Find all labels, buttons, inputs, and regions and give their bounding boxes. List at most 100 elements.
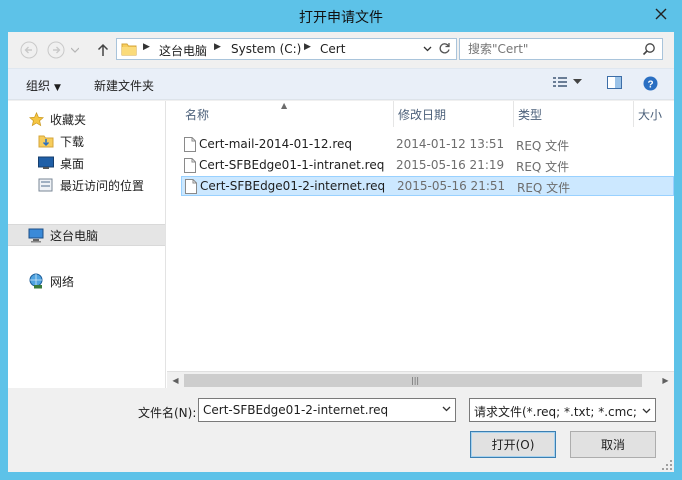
star-icon	[28, 111, 44, 126]
search-input[interactable]	[468, 41, 638, 57]
filename-label: 文件名(N):	[138, 406, 197, 420]
file-type: REQ 文件	[516, 160, 570, 174]
file-row-selected[interactable]: Cert-SFBEdge01-2-internet.req 2015-05-16…	[181, 176, 674, 196]
title-bar: 打开申请文件	[0, 0, 682, 32]
filetype-value: 请求文件(*.req; *.txt; *.cmc; *.c	[474, 405, 656, 419]
filename-input[interactable]	[203, 402, 428, 418]
column-header-label: 名称	[185, 108, 210, 122]
filetype-dropdown-button[interactable]	[637, 399, 655, 421]
breadcrumb-cert[interactable]: Cert	[320, 42, 345, 56]
help-button[interactable]: ?	[643, 76, 658, 91]
breadcrumb-separator[interactable]: ▶	[214, 42, 221, 52]
nav-item-desktop[interactable]: 桌面	[8, 152, 165, 174]
back-arrow-icon	[20, 41, 38, 59]
column-header-date[interactable]: 修改日期	[394, 101, 514, 127]
chevron-down-icon	[642, 408, 650, 413]
desktop-icon	[38, 156, 54, 169]
file-icon	[184, 137, 196, 152]
filetype-select[interactable]: 请求文件(*.req; *.txt; *.cmc; *.c	[469, 398, 656, 422]
file-date: 2014-01-12 13:51	[396, 137, 505, 151]
forward-button[interactable]	[45, 39, 67, 61]
address-bar[interactable]: ▶ 这台电脑 ▶ System (C:) ▶ Cert	[116, 38, 457, 60]
recent-locations-button[interactable]	[68, 39, 82, 61]
chevron-down-icon	[71, 47, 79, 53]
nav-item-network[interactable]: 网络	[8, 270, 165, 292]
grip-icon: |||	[411, 376, 420, 385]
nav-item-label: 网络	[50, 274, 75, 289]
filename-combobox[interactable]	[198, 398, 456, 422]
computer-icon	[28, 228, 44, 242]
file-type: REQ 文件	[516, 139, 570, 153]
file-row[interactable]: Cert-SFBEdge01-1-intranet.req 2015-05-16…	[181, 156, 674, 176]
dialog-body: ▶ 这台电脑 ▶ System (C:) ▶ Cert 组织▼ 新建文件夹	[8, 32, 674, 472]
chevron-left-icon: ◀	[172, 376, 179, 385]
navigation-pane[interactable]: 收藏夹 下载 桌面 最近访问的位置 这台电脑 网络	[8, 101, 166, 388]
up-arrow-icon	[97, 43, 109, 56]
cancel-button[interactable]: 取消	[570, 431, 656, 458]
scroll-right-button[interactable]: ▶	[657, 372, 674, 389]
column-header-type[interactable]: 类型	[514, 101, 634, 127]
nav-item-label: 下载	[60, 134, 85, 149]
organize-menu[interactable]: 组织 ▼	[26, 77, 61, 94]
close-button[interactable]	[647, 3, 675, 25]
file-name: Cert-mail-2014-01-12.req	[199, 137, 352, 151]
open-button[interactable]: 打开(O)	[470, 431, 556, 458]
chevron-down-icon	[423, 46, 432, 52]
column-header-label: 类型	[518, 108, 543, 122]
forward-arrow-icon	[47, 41, 65, 59]
nav-item-this-pc[interactable]: 这台电脑	[8, 224, 165, 246]
navigation-bar: ▶ 这台电脑 ▶ System (C:) ▶ Cert	[8, 32, 674, 66]
column-header-name[interactable]: ▲ 名称	[167, 101, 394, 127]
preview-pane-icon	[607, 76, 622, 89]
nav-item-label: 这台电脑	[50, 228, 99, 243]
file-name: Cert-SFBEdge01-1-intranet.req	[199, 158, 385, 172]
new-folder-button[interactable]: 新建文件夹	[94, 77, 154, 94]
network-icon	[29, 273, 43, 289]
organize-label: 组织	[26, 79, 51, 93]
chevron-right-icon: ▶	[662, 376, 669, 385]
nav-item-label: 收藏夹	[50, 112, 87, 127]
nav-item-favorites[interactable]: 收藏夹	[8, 108, 165, 130]
horizontal-scrollbar[interactable]: ◀ ||| ▶	[167, 371, 674, 388]
chevron-down-icon	[573, 79, 582, 84]
scroll-left-button[interactable]: ◀	[167, 372, 184, 389]
breadcrumb-separator[interactable]: ▶	[143, 42, 150, 52]
breadcrumb-this-pc[interactable]: 这台电脑	[159, 42, 207, 59]
chevron-down-icon: ▼	[54, 83, 61, 93]
change-view-button[interactable]	[553, 76, 582, 88]
file-icon	[184, 158, 196, 173]
bottom-panel: 文件名(N): 请求文件(*.req; *.txt; *.cmc; *.c 打开…	[8, 388, 674, 472]
up-button[interactable]	[92, 39, 114, 61]
back-button[interactable]	[18, 39, 40, 61]
column-header-label: 大小	[638, 108, 663, 122]
nav-item-downloads[interactable]: 下载	[8, 130, 165, 152]
file-icon	[185, 179, 197, 194]
chevron-down-icon[interactable]	[442, 404, 451, 413]
recent-places-icon	[38, 178, 53, 192]
breadcrumb-separator[interactable]: ▶	[304, 42, 311, 52]
file-type: REQ 文件	[517, 181, 571, 195]
search-icon[interactable]	[642, 42, 656, 56]
refresh-button[interactable]	[438, 42, 451, 58]
resize-grip-icon[interactable]	[662, 460, 672, 470]
nav-item-label: 桌面	[60, 156, 85, 171]
content-area: 收藏夹 下载 桌面 最近访问的位置 这台电脑 网络 ▲ 名称 修改日期 类型 大…	[8, 101, 674, 388]
column-header-label: 修改日期	[398, 108, 447, 122]
nav-item-recent-places[interactable]: 最近访问的位置	[8, 174, 165, 196]
file-name: Cert-SFBEdge01-2-internet.req	[200, 179, 386, 193]
svg-text:?: ?	[647, 79, 653, 90]
file-list[interactable]: ▲ 名称 修改日期 类型 大小 Cert-mail-2014-01-12.req…	[167, 101, 674, 388]
search-box[interactable]	[459, 38, 663, 60]
scrollbar-thumb[interactable]: |||	[184, 374, 642, 387]
address-dropdown-button[interactable]	[423, 42, 432, 56]
column-header-size[interactable]: 大小	[634, 101, 674, 127]
preview-pane-button[interactable]	[607, 76, 622, 89]
help-icon: ?	[643, 76, 658, 91]
nav-item-label: 最近访问的位置	[60, 178, 145, 193]
file-row[interactable]: Cert-mail-2014-01-12.req 2014-01-12 13:5…	[181, 135, 674, 155]
file-date: 2015-05-16 21:51	[397, 179, 506, 193]
breadcrumb-system-drive[interactable]: System (C:)	[231, 42, 301, 56]
sort-ascending-icon: ▲	[281, 101, 288, 110]
refresh-icon	[439, 43, 450, 54]
close-icon	[655, 8, 667, 20]
